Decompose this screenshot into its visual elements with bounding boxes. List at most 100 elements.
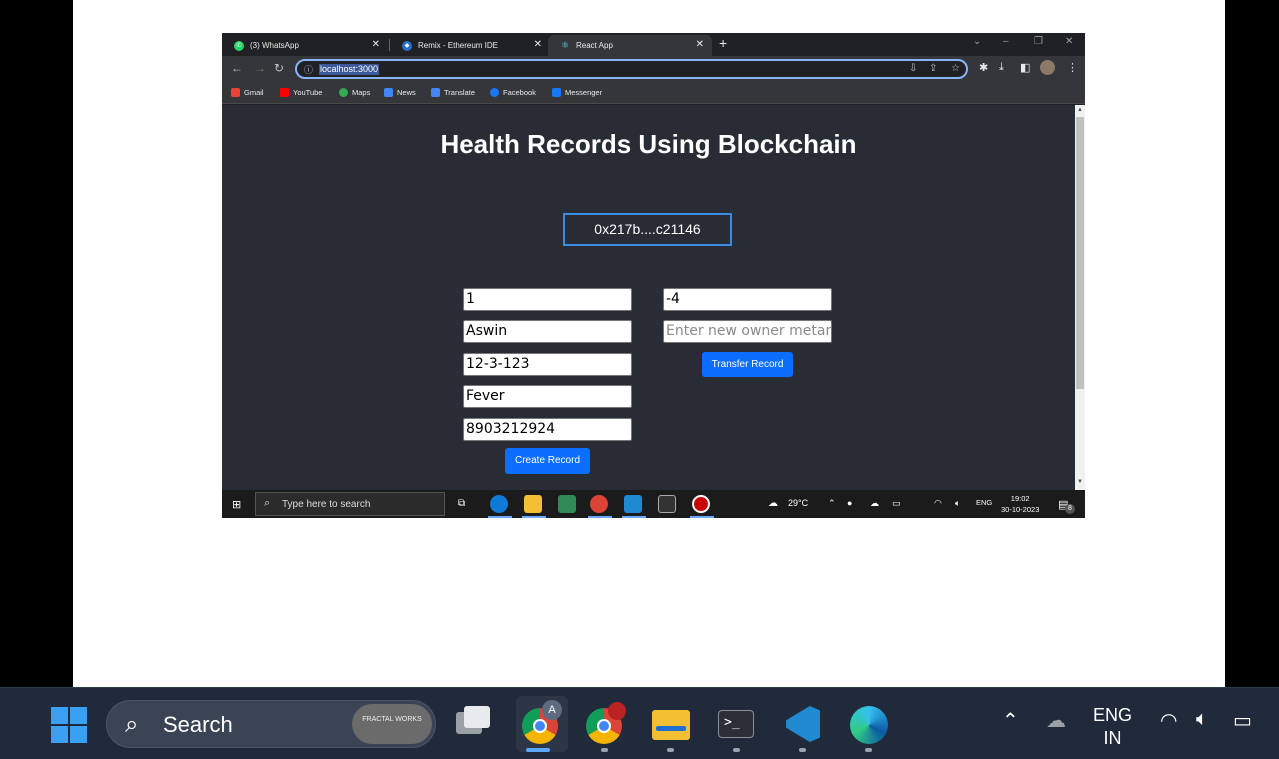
date-input[interactable]: 12-3-123 (463, 353, 632, 376)
cloud-offline-icon[interactable]: ☁ (1046, 708, 1066, 733)
vscode-icon[interactable] (624, 495, 642, 513)
search-icon: ⌕ (264, 497, 271, 509)
onedrive-icon[interactable]: ☁ (870, 498, 879, 509)
search-icon: ⌕ (125, 711, 139, 738)
record-icon[interactable] (692, 495, 710, 513)
toolbar: ← → ↻ ⓘ localhost:3000 ⇩ ⇪ ☆ ✱ ⤓ ◧ ⋮ (222, 56, 1085, 82)
vscode-icon[interactable] (782, 702, 824, 744)
forward-icon[interactable]: → (254, 61, 266, 75)
reload-icon[interactable]: ↻ (274, 61, 284, 75)
close-icon[interactable]: ✕ (372, 39, 380, 50)
inner-lang[interactable]: ENG (976, 498, 992, 507)
transfer-record-button[interactable]: Transfer Record (702, 352, 793, 377)
address-bar[interactable]: ⓘ localhost:3000 ⇩ ⇪ ☆ (295, 59, 968, 79)
side-panel-icon[interactable]: ◧ (1020, 61, 1030, 74)
wifi-icon[interactable]: ◠ (934, 498, 942, 509)
info-icon[interactable]: ⓘ (304, 63, 313, 76)
clock-date: 30-10-2023 (1001, 505, 1040, 514)
scrollbar-thumb[interactable] (1076, 117, 1084, 389)
browser-screenshot: ✆ (3) WhatsApp ✕ ◆ Remix - Ethereum IDE … (222, 33, 1085, 518)
new-tab-button[interactable]: + (719, 35, 727, 51)
language-indicator[interactable]: ENG IN (1093, 704, 1132, 750)
scroll-up-icon[interactable]: ▲ (1077, 107, 1083, 113)
notification-badge: 8 (1065, 504, 1075, 514)
tab-whatsapp[interactable]: ✆ (3) WhatsApp ✕ (222, 35, 388, 56)
taskbar: ⌕ Search FRACTAL WORKS A >_ ⌃ ☁ ENG IN ◠… (0, 687, 1279, 759)
lang-bottom: IN (1103, 728, 1122, 748)
tray-app-icon[interactable]: ● (847, 498, 852, 508)
volume-icon[interactable]: 🔈︎ (1196, 708, 1208, 731)
chevron-down-icon[interactable]: ⌄ (973, 36, 981, 47)
close-icon[interactable]: ✕ (534, 39, 542, 50)
file-explorer-icon[interactable] (524, 495, 542, 513)
window-close-icon[interactable]: ✕ (1065, 36, 1073, 47)
tab-label: React App (576, 41, 613, 50)
record-id-input[interactable]: 1 (463, 288, 632, 311)
terminal-icon[interactable] (658, 495, 676, 513)
diagnosis-input[interactable]: Fever (463, 385, 632, 408)
windows-logo-icon[interactable]: ⊞ (232, 498, 241, 511)
restore-icon[interactable]: ❐ (1034, 36, 1043, 47)
tray-chevron-icon[interactable]: ⌃ (828, 498, 836, 509)
wifi-icon[interactable]: ◠ (1160, 708, 1177, 733)
bookmarks-bar: Gmail YouTube Maps News Translate Facebo… (222, 82, 1085, 104)
bookmark-gmail[interactable]: Gmail (231, 88, 264, 97)
taskbar-search-box[interactable]: ⌕ Search FRACTAL WORKS (106, 700, 436, 748)
chrome-icon[interactable]: A (516, 696, 568, 752)
new-owner-input[interactable]: Enter new owner metamask (663, 320, 832, 343)
edge-icon[interactable] (848, 702, 890, 744)
avatar[interactable] (1040, 60, 1055, 75)
store-icon[interactable] (558, 495, 576, 513)
bookmark-translate[interactable]: Translate (431, 88, 475, 97)
back-icon[interactable]: ← (231, 61, 243, 75)
windows-start-icon[interactable] (51, 707, 87, 743)
news-icon (384, 88, 393, 97)
download-icon[interactable]: ⤓ (999, 61, 1004, 74)
extensions-icon[interactable]: ✱ (979, 61, 988, 74)
bookmark-youtube[interactable]: YouTube (280, 88, 322, 97)
maps-icon (339, 88, 348, 97)
bookmark-maps[interactable]: Maps (339, 88, 370, 97)
create-record-button[interactable]: Create Record (505, 448, 590, 474)
bookmark-facebook[interactable]: Facebook (490, 88, 536, 97)
taskbar-search-label: Search (163, 712, 233, 737)
close-icon[interactable]: ✕ (696, 39, 704, 50)
weather-temp: 29°C (788, 498, 809, 508)
bookmark-news[interactable]: News (384, 88, 416, 97)
search-highlight-widget[interactable]: FRACTAL WORKS (352, 704, 432, 744)
edge-icon[interactable] (490, 495, 508, 513)
tray-chevron-icon[interactable]: ⌃ (1002, 708, 1019, 733)
phone-input[interactable]: 8903212924 (463, 418, 632, 441)
tab-react-app[interactable]: ⚛ React App ✕ (548, 35, 712, 56)
messenger-icon (552, 88, 561, 97)
share-icon[interactable]: ⇪ (929, 63, 937, 74)
weather-icon[interactable]: ☁ (768, 498, 778, 509)
remix-icon: ◆ (402, 40, 412, 51)
tab-remix[interactable]: ◆ Remix - Ethereum IDE ✕ (390, 35, 550, 56)
battery-icon[interactable]: ▭ (892, 498, 901, 509)
scroll-down-icon[interactable]: ▼ (1077, 479, 1083, 485)
minimize-icon[interactable]: – (1003, 36, 1009, 47)
transfer-record-id-input[interactable]: -4 (663, 288, 832, 311)
install-icon[interactable]: ⇩ (909, 63, 917, 74)
chrome-icon[interactable] (590, 495, 608, 513)
youtube-icon (280, 88, 289, 97)
inner-search-box[interactable]: ⌕ Type here to search (255, 492, 445, 516)
terminal-icon[interactable]: >_ (716, 702, 758, 744)
volume-icon[interactable]: 🔈︎ (955, 498, 960, 509)
bookmark-messenger[interactable]: Messenger (552, 88, 602, 97)
scrollbar[interactable]: ▲ ▼ (1075, 105, 1085, 490)
star-icon[interactable]: ☆ (951, 63, 960, 74)
task-view-icon[interactable] (452, 702, 494, 744)
menu-icon[interactable]: ⋮ (1067, 61, 1078, 74)
file-explorer-icon[interactable] (650, 702, 692, 744)
patient-name-input[interactable]: Aswin (463, 320, 632, 343)
task-view-icon[interactable]: ⧉ (458, 498, 465, 509)
battery-charging-icon[interactable]: ▭ (1233, 708, 1252, 733)
chrome-profile-icon[interactable] (584, 702, 626, 744)
clock-time: 19:02 (1010, 494, 1030, 503)
tab-label: Remix - Ethereum IDE (418, 41, 499, 50)
clock[interactable]: 19:02 30-10-2023 (1001, 493, 1039, 515)
account-address: 0x217b....c21146 (563, 213, 732, 246)
facebook-icon (490, 88, 499, 97)
